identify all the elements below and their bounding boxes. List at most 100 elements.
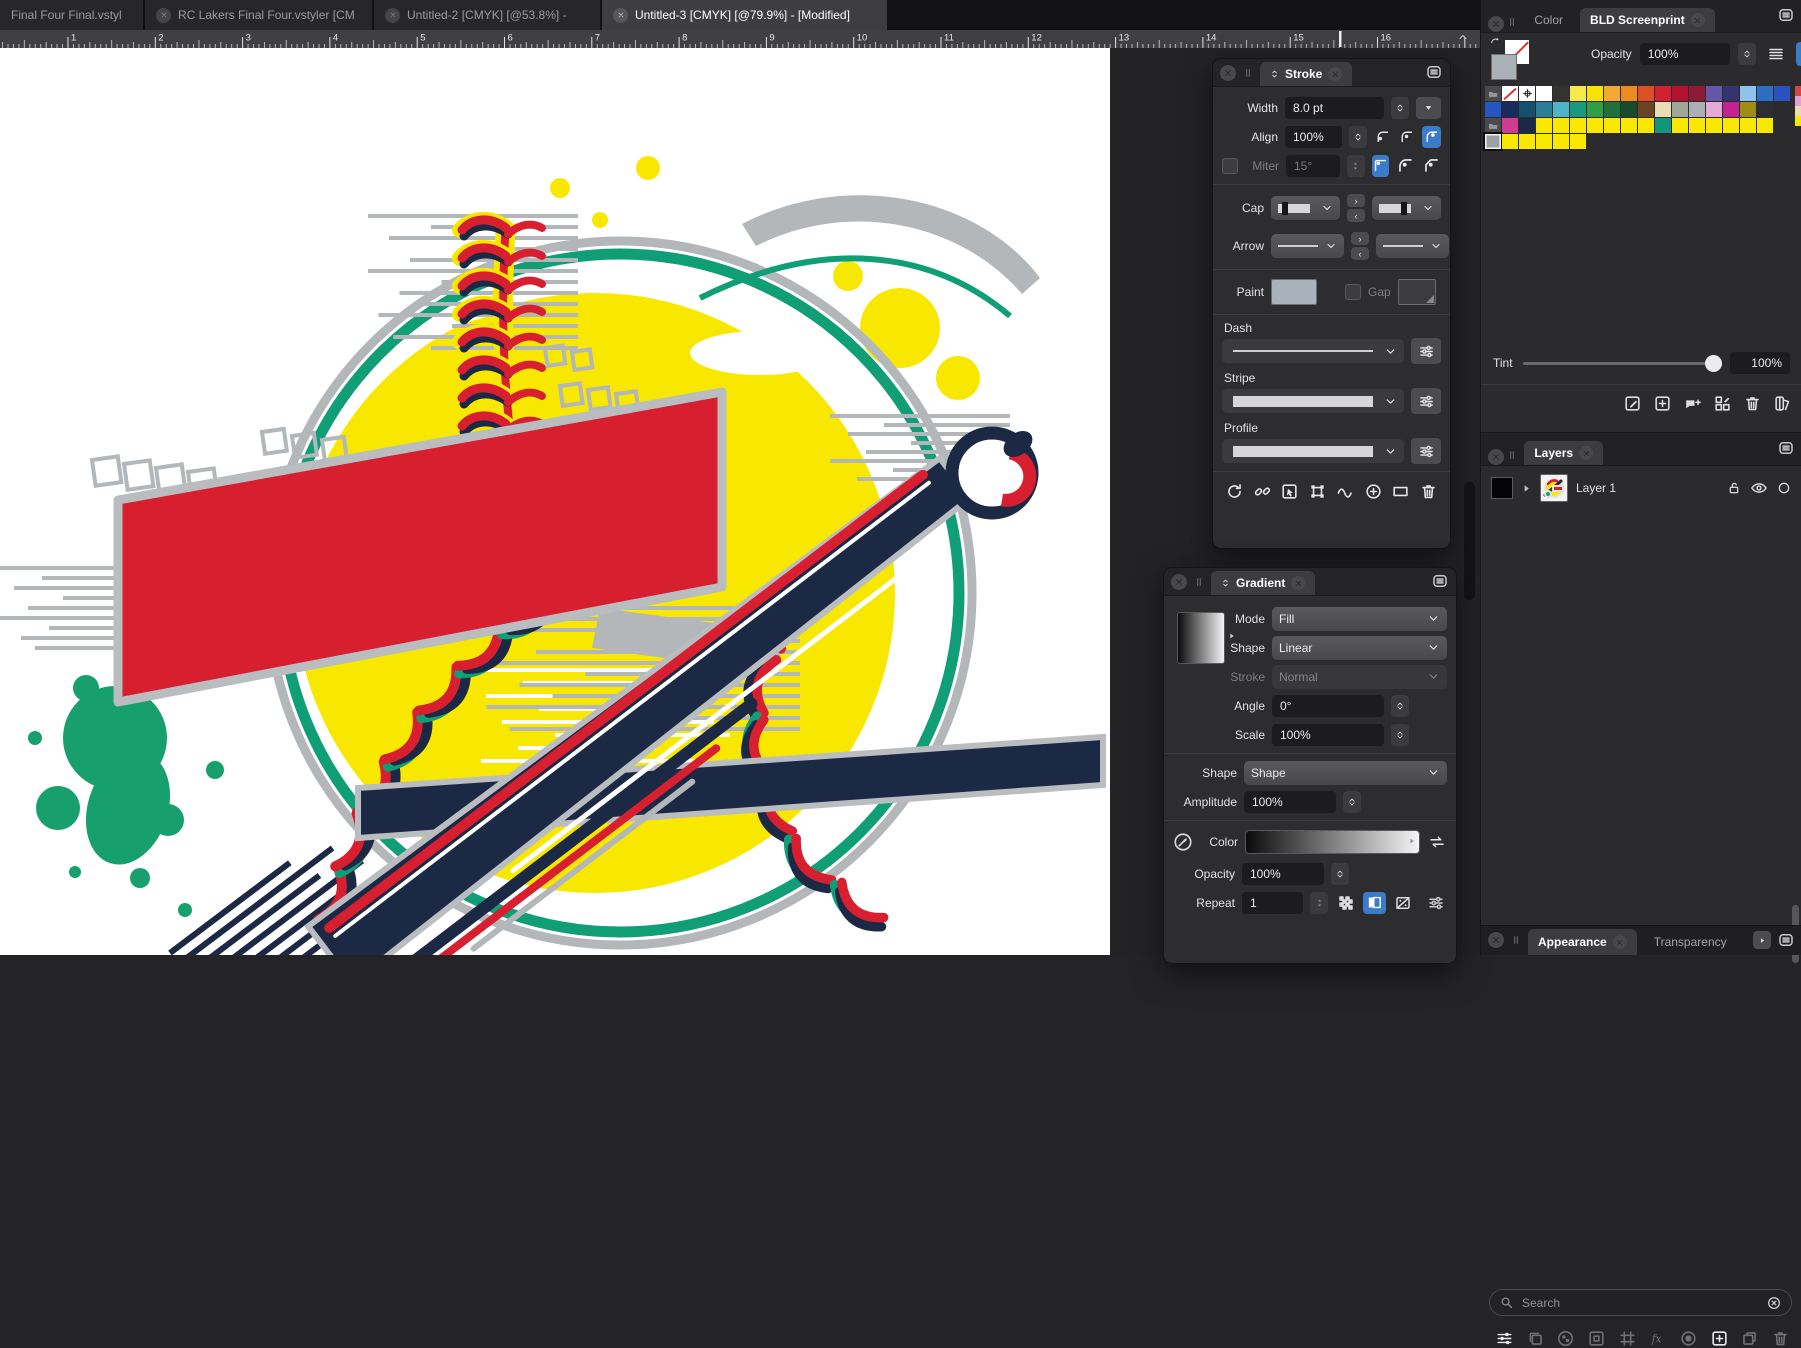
drag-handle-icon[interactable] xyxy=(1194,575,1204,589)
swatch[interactable] xyxy=(1638,102,1654,117)
angle-input[interactable]: 0° xyxy=(1272,695,1384,717)
fill-stroke-indicator[interactable] xyxy=(1489,36,1541,82)
swatch[interactable] xyxy=(1570,118,1586,133)
repeat-stepper[interactable] xyxy=(1310,892,1328,914)
swap-fill-stroke-icon[interactable] xyxy=(1489,36,1502,49)
tab-layers[interactable]: Layers xyxy=(1524,441,1603,465)
layer-row[interactable]: Layer 1 xyxy=(1481,466,1801,502)
swatch[interactable] xyxy=(1519,134,1535,149)
artboard[interactable] xyxy=(0,48,1110,955)
swatch[interactable] xyxy=(1740,86,1756,101)
stroke-dropdown[interactable]: Normal xyxy=(1272,665,1447,689)
swatch[interactable] xyxy=(1723,118,1739,133)
opacity-input[interactable]: 100% xyxy=(1640,43,1730,65)
repeat-tile-icon[interactable] xyxy=(1363,892,1386,914)
visibility-eye-icon[interactable] xyxy=(1750,479,1768,497)
arrow-end-dropdown[interactable] xyxy=(1376,234,1449,258)
swatch[interactable] xyxy=(1502,102,1518,117)
close-icon[interactable] xyxy=(1171,574,1187,590)
width-stepper[interactable] xyxy=(1391,97,1409,119)
layer-color-chip[interactable] xyxy=(1491,477,1513,499)
cap-start-dropdown[interactable] xyxy=(1271,196,1340,220)
swatch[interactable] xyxy=(1740,118,1756,133)
gap-checkbox[interactable] xyxy=(1345,284,1361,300)
swatch[interactable] xyxy=(1706,118,1722,133)
swatch[interactable] xyxy=(1774,86,1790,101)
amplitude-stepper[interactable] xyxy=(1343,791,1361,813)
close-tab-icon[interactable] xyxy=(1613,935,1627,949)
layer-thumbnail[interactable] xyxy=(1540,474,1568,502)
align-input[interactable]: 100% xyxy=(1285,126,1342,148)
swatch[interactable] xyxy=(1519,118,1535,133)
document-tab-0[interactable]: Final Four Final.vstyl xyxy=(0,0,143,30)
swatch[interactable] xyxy=(1689,86,1705,101)
target-circle-icon[interactable] xyxy=(1776,479,1792,497)
swap-gradient-icon[interactable] xyxy=(1427,833,1447,851)
swatch[interactable] xyxy=(1502,134,1518,149)
close-tab-icon[interactable] xyxy=(1691,13,1705,27)
list-view-icon[interactable] xyxy=(1764,45,1788,63)
sliders-icon[interactable] xyxy=(1495,1329,1514,1348)
trash-icon[interactable] xyxy=(1771,1329,1790,1348)
link-icon[interactable] xyxy=(1253,482,1272,501)
mode-dropdown[interactable]: Fill xyxy=(1272,607,1447,631)
tab-bld-screenprint[interactable]: BLD Screenprint xyxy=(1580,8,1715,32)
tab-appearance[interactable]: Appearance xyxy=(1528,929,1637,955)
search-field[interactable] xyxy=(1489,1289,1792,1316)
swatch-folder[interactable] xyxy=(1485,118,1501,133)
swatch[interactable] xyxy=(1587,118,1603,133)
repeat-input[interactable]: 1 xyxy=(1242,892,1303,914)
opacity-stepper[interactable] xyxy=(1738,43,1756,65)
swatch[interactable] xyxy=(1672,86,1688,101)
swatch[interactable] xyxy=(1536,134,1552,149)
gap-swatch[interactable] xyxy=(1398,279,1436,305)
paint-swatch[interactable] xyxy=(1271,279,1317,305)
dash-dropdown[interactable] xyxy=(1222,339,1404,363)
ruler-collapse-icon[interactable] xyxy=(1457,31,1469,43)
eyedropper-icon[interactable] xyxy=(1173,832,1193,852)
repeat-settings-icon[interactable] xyxy=(1424,894,1447,912)
close-icon[interactable] xyxy=(1220,65,1236,81)
panel-menu-icon[interactable] xyxy=(1777,6,1795,24)
swatch[interactable] xyxy=(1638,118,1654,133)
close-tab-icon[interactable] xyxy=(1328,67,1342,81)
swatch[interactable] xyxy=(1706,102,1722,117)
swatch-none[interactable] xyxy=(1502,86,1518,101)
scale-stepper[interactable] xyxy=(1391,724,1409,746)
swatch[interactable] xyxy=(1655,102,1671,117)
shape2-dropdown[interactable]: Shape xyxy=(1244,761,1447,785)
shape-dropdown[interactable]: Linear xyxy=(1272,636,1447,660)
swatch[interactable] xyxy=(1689,102,1705,117)
clear-search-icon[interactable] xyxy=(1766,1295,1782,1311)
join-miter-icon[interactable] xyxy=(1372,155,1389,177)
swatch[interactable] xyxy=(1519,102,1535,117)
swatch[interactable] xyxy=(1570,102,1586,117)
scale-input[interactable]: 100% xyxy=(1272,724,1384,746)
swatch[interactable] xyxy=(1723,86,1739,101)
panel-menu-icon[interactable] xyxy=(1777,931,1795,949)
width-input[interactable]: 8.0 pt xyxy=(1285,97,1384,119)
arrow-copy-right-button[interactable]: › xyxy=(1351,232,1369,245)
swatch[interactable] xyxy=(1655,86,1671,101)
swatch[interactable] xyxy=(1536,86,1552,101)
swatch[interactable] xyxy=(1536,102,1552,117)
swatch[interactable] xyxy=(1740,102,1756,117)
trash-icon[interactable] xyxy=(1419,482,1438,501)
tab-stroke[interactable]: Stroke xyxy=(1260,62,1352,86)
stack-icon[interactable] xyxy=(1740,1329,1759,1348)
swatch[interactable] xyxy=(1553,86,1569,101)
swatch[interactable] xyxy=(1689,118,1705,133)
swatch[interactable] xyxy=(1655,118,1671,133)
swatch[interactable] xyxy=(1553,118,1569,133)
swatch[interactable] xyxy=(1536,118,1552,133)
cap-end-dropdown[interactable] xyxy=(1372,196,1441,220)
swatch[interactable] xyxy=(1587,86,1603,101)
swatch-selected[interactable] xyxy=(1485,134,1501,149)
cap-copy-left-button[interactable]: ‹ xyxy=(1347,209,1365,222)
swatch[interactable] xyxy=(1502,118,1518,133)
swatch-folder[interactable] xyxy=(1485,86,1501,101)
swatch[interactable] xyxy=(1570,134,1586,149)
repeat-none-icon[interactable] xyxy=(1335,894,1356,912)
join-round-icon[interactable] xyxy=(1396,156,1415,175)
swatch[interactable] xyxy=(1723,102,1739,117)
